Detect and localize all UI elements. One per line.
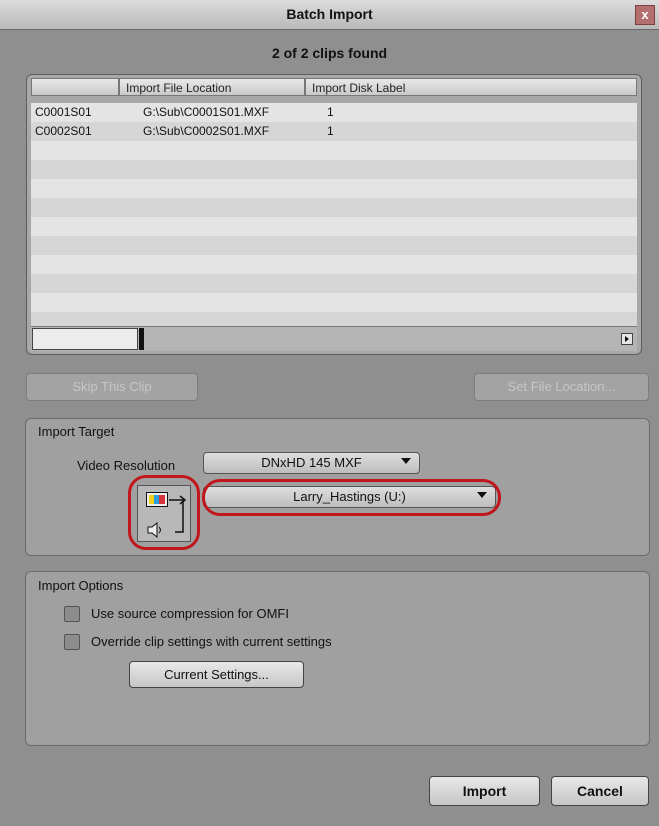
file-location-cell: G:\Sub\C0002S01.MXF xyxy=(143,124,270,138)
current-settings-button[interactable]: Current Settings... xyxy=(129,661,304,688)
override-settings-checkbox[interactable] xyxy=(64,634,80,650)
routing-highlight-outline xyxy=(128,475,200,550)
source-compression-label: Use source compression for OMFI xyxy=(91,606,289,621)
chevron-down-icon xyxy=(401,458,411,464)
empty-row xyxy=(31,236,637,255)
video-resolution-label: Video Resolution xyxy=(77,458,176,473)
empty-row xyxy=(31,141,637,160)
clip-name-cell: C0002S01 xyxy=(35,124,92,138)
empty-row xyxy=(31,198,637,217)
video-resolution-dropdown[interactable]: DNxHD 145 MXF xyxy=(203,452,420,474)
skip-this-clip-button[interactable]: Skip This Clip xyxy=(26,373,198,401)
table-header: Import File Location Import Disk Label xyxy=(31,78,637,96)
table-row[interactable]: C0002S01 G:\Sub\C0002S01.MXF 1 xyxy=(31,122,637,141)
empty-row xyxy=(31,274,637,293)
scrollbar-thumb-edge xyxy=(139,328,144,350)
column-header-file-location[interactable]: Import File Location xyxy=(119,78,305,96)
drive-highlight-outline xyxy=(202,479,501,516)
arrow-right-icon xyxy=(625,336,629,342)
title-bar[interactable]: Batch Import x xyxy=(0,0,659,30)
empty-row xyxy=(31,293,637,312)
clip-name-cell: C0001S01 xyxy=(35,105,92,119)
batch-import-dialog: Batch Import x 2 of 2 clips found Import… xyxy=(0,0,659,826)
clips-found-status: 2 of 2 clips found xyxy=(271,45,388,61)
set-file-location-button[interactable]: Set File Location... xyxy=(474,373,649,401)
table-body: C0001S01 G:\Sub\C0001S01.MXF 1 C0002S01 … xyxy=(31,103,637,329)
horizontal-scrollbar[interactable] xyxy=(31,326,637,351)
override-settings-label: Override clip settings with current sett… xyxy=(91,634,332,649)
table-row[interactable]: C0001S01 G:\Sub\C0001S01.MXF 1 xyxy=(31,103,637,122)
empty-row xyxy=(31,312,637,326)
cancel-button[interactable]: Cancel xyxy=(551,776,649,806)
column-header-clip[interactable] xyxy=(31,78,119,96)
disk-label-cell: 1 xyxy=(327,124,334,138)
column-header-disk-label[interactable]: Import Disk Label xyxy=(305,78,637,96)
window-title: Batch Import xyxy=(286,6,373,22)
import-options-group xyxy=(25,571,650,746)
scrollbar-thumb[interactable] xyxy=(32,328,138,350)
empty-row xyxy=(31,217,637,236)
empty-row xyxy=(31,179,637,198)
import-target-label: Import Target xyxy=(38,424,115,439)
close-icon: x xyxy=(641,7,649,22)
empty-row xyxy=(31,255,637,274)
import-options-label: Import Options xyxy=(38,578,124,593)
close-button[interactable]: x xyxy=(635,5,655,25)
scroll-right-button[interactable] xyxy=(621,333,633,345)
empty-row xyxy=(31,160,637,179)
source-compression-checkbox[interactable] xyxy=(64,606,80,622)
clip-table: Import File Location Import Disk Label C… xyxy=(26,74,642,355)
disk-label-cell: 1 xyxy=(327,105,334,119)
video-resolution-value: DNxHD 145 MXF xyxy=(261,455,362,470)
import-button[interactable]: Import xyxy=(429,776,540,806)
file-location-cell: G:\Sub\C0001S01.MXF xyxy=(143,105,270,119)
